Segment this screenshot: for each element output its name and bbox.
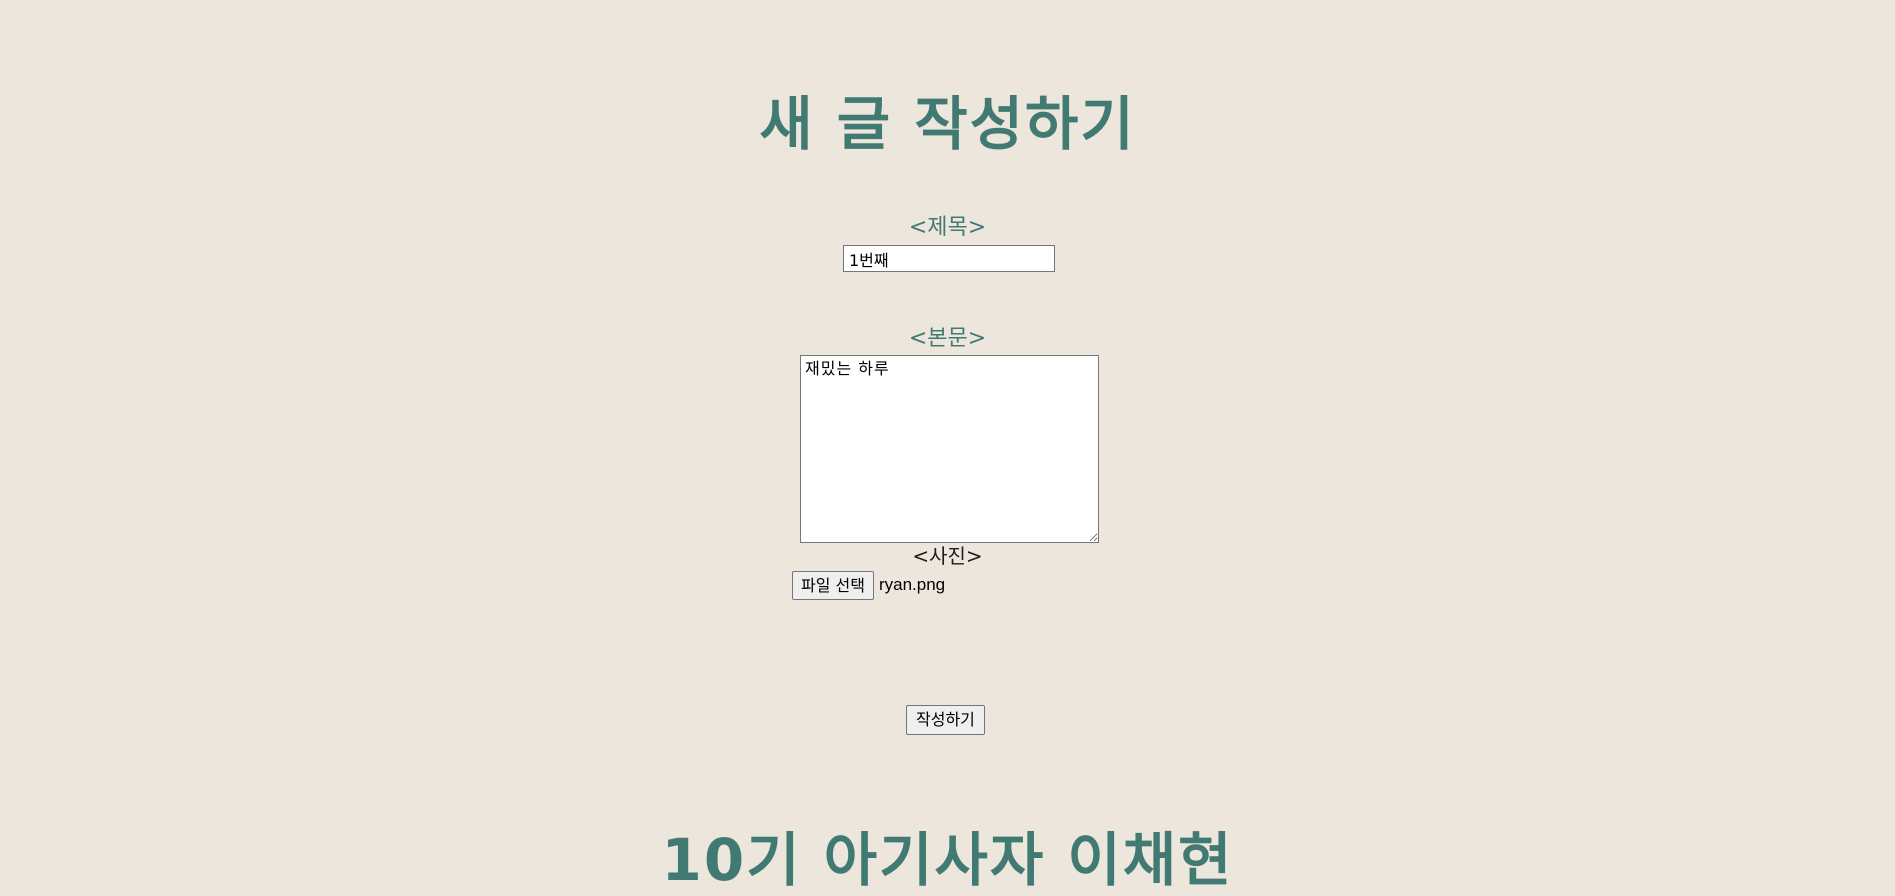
title-label: <제목> <box>908 215 987 240</box>
page-title: 새 글 작성하기 <box>759 90 1136 158</box>
submit-button[interactable]: 작성하기 <box>906 705 985 735</box>
new-post-page: 새 글 작성하기 <제목> <본문> 재밌는 하루 <사진> 파일 선택 rya… <box>0 0 1895 894</box>
body-label: <본문> <box>908 326 987 351</box>
choose-file-button[interactable]: 파일 선택 <box>792 570 874 600</box>
footer-title: 10기 아기사자 이채현 <box>661 826 1234 894</box>
photo-label: <사진> <box>912 544 983 568</box>
selected-file-name: ryan.png <box>878 575 946 594</box>
title-input[interactable] <box>843 245 1055 272</box>
body-textarea[interactable]: 재밌는 하루 <box>800 355 1099 543</box>
file-input: 파일 선택 ryan.png <box>792 570 945 600</box>
